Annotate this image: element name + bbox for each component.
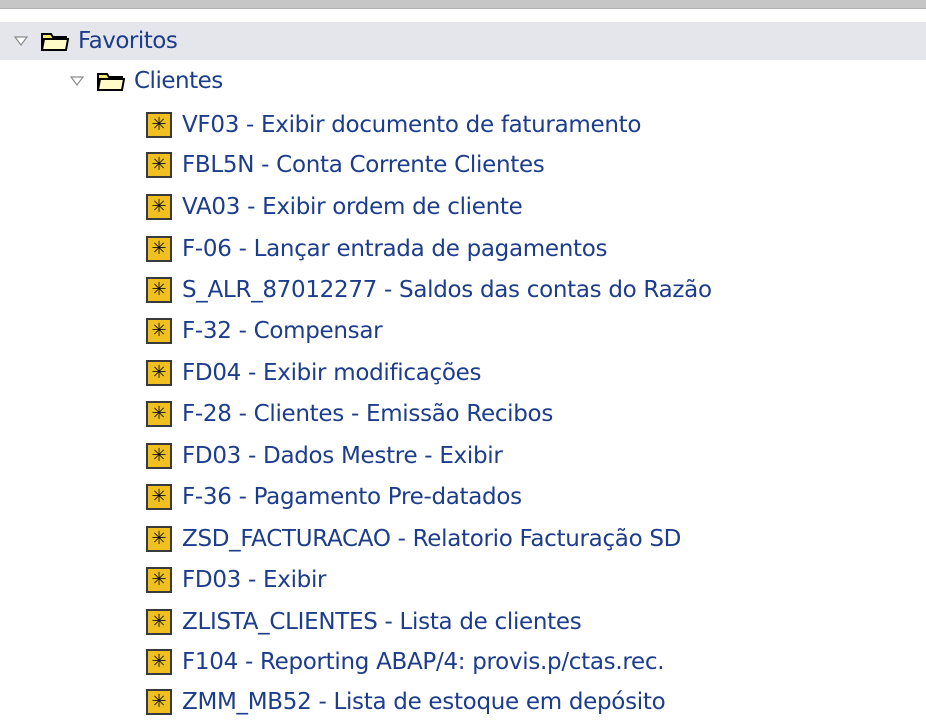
tree-node-clientes[interactable]: Clientes [0,62,223,100]
transaction-label: F-28 - Clientes - Emissão Recibos [182,401,554,427]
transaction-label: S_ALR_87012277 - Saldos das contas do Ra… [182,277,712,303]
folder-label: Clientes [134,68,223,94]
transaction-icon: ✳ [146,277,172,303]
transaction-label: F-06 - Lançar entrada de pagamentos [182,236,608,262]
top-border [0,0,926,9]
transaction-label: FD04 - Exibir modificações [182,360,482,386]
transaction-label: ZMM_MB52 - Lista de estoque em depósito [182,689,666,715]
folder-icon [40,33,70,51]
transaction-label: F-36 - Pagamento Pre-datados [182,484,522,510]
tree-item-transaction[interactable]: ✳ FD04 - Exibir modificações [146,356,481,390]
transaction-label: FD03 - Dados Mestre - Exibir [182,443,503,469]
transaction-icon: ✳ [146,689,172,715]
tree-item-transaction[interactable]: ✳ ZSD_FACTURACAO - Relatorio Facturação … [146,522,681,556]
transaction-icon: ✳ [146,609,172,635]
tree-item-transaction[interactable]: ✳ ZMM_MB52 - Lista de estoque em depósit… [146,685,666,719]
transaction-icon: ✳ [146,526,172,552]
transaction-label: VF03 - Exibir documento de faturamento [182,112,642,138]
transaction-label: F104 - Reporting ABAP/4: provis.p/ctas.r… [182,649,665,675]
transaction-label: FBL5N - Conta Corrente Clientes [182,152,545,178]
tree-item-transaction[interactable]: ✳ FD03 - Exibir [146,563,327,597]
transaction-icon: ✳ [146,318,172,344]
transaction-label: ZLISTA_CLIENTES - Lista de clientes [182,609,582,635]
transaction-icon: ✳ [146,567,172,593]
transaction-icon: ✳ [146,236,172,262]
tree-node-favoritos[interactable]: Favoritos [0,22,926,60]
transaction-icon: ✳ [146,484,172,510]
transaction-label: VA03 - Exibir ordem de cliente [182,194,523,220]
transaction-icon: ✳ [146,112,172,138]
tree-item-transaction[interactable]: ✳ F104 - Reporting ABAP/4: provis.p/ctas… [146,645,665,679]
tree-item-transaction[interactable]: ✳ ZLISTA_CLIENTES - Lista de clientes [146,605,582,639]
tree-item-transaction[interactable]: ✳ S_ALR_87012277 - Saldos das contas do … [146,273,712,307]
transaction-icon: ✳ [146,401,172,427]
tree-item-transaction[interactable]: ✳ F-28 - Clientes - Emissão Recibos [146,397,553,431]
expand-triangle-icon[interactable] [70,74,84,88]
transaction-icon: ✳ [146,360,172,386]
transaction-label: F-32 - Compensar [182,318,383,344]
transaction-icon: ✳ [146,152,172,178]
transaction-icon: ✳ [146,443,172,469]
tree-item-transaction[interactable]: ✳ FD03 - Dados Mestre - Exibir [146,439,503,473]
favorites-tree: Favoritos Clientes ✳ VF03 - Exibir docum… [0,0,926,722]
tree-item-transaction[interactable]: ✳ VF03 - Exibir documento de faturamento [146,108,641,142]
transaction-icon: ✳ [146,649,172,675]
tree-item-transaction[interactable]: ✳ F-32 - Compensar [146,314,383,348]
folder-label: Favoritos [78,28,178,54]
transaction-icon: ✳ [146,194,172,220]
expand-triangle-icon[interactable] [14,34,28,48]
transaction-label: ZSD_FACTURACAO - Relatorio Facturação SD [182,526,682,552]
folder-icon [96,73,126,91]
tree-item-transaction[interactable]: ✳ FBL5N - Conta Corrente Clientes [146,148,545,182]
transaction-label: FD03 - Exibir [182,567,327,593]
tree-item-transaction[interactable]: ✳ VA03 - Exibir ordem de cliente [146,190,523,224]
tree-item-transaction[interactable]: ✳ F-06 - Lançar entrada de pagamentos [146,232,607,266]
tree-item-transaction[interactable]: ✳ F-36 - Pagamento Pre-datados [146,480,522,514]
